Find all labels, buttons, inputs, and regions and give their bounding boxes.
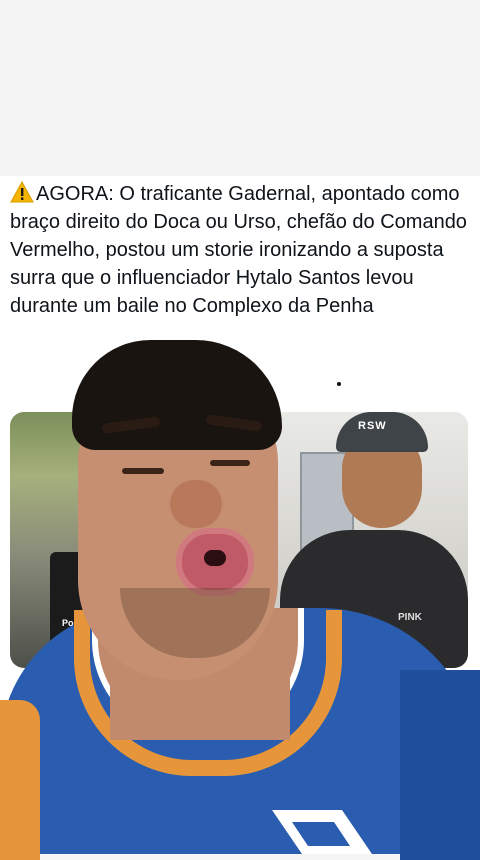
eye-right — [210, 460, 250, 466]
post-text-block: AGORA: O traficante Gadernal, apontado c… — [10, 180, 472, 342]
jersey-trim-left — [0, 700, 40, 860]
eye-left — [122, 468, 164, 474]
post-body-text: AGORA: O traficante Gadernal, apontado c… — [10, 183, 467, 317]
nose — [170, 480, 222, 528]
warning-icon — [10, 181, 34, 203]
jersey-side-right — [400, 670, 480, 860]
mouth-inner — [204, 550, 226, 566]
mouth — [176, 528, 254, 596]
foreground-person — [0, 340, 480, 860]
jersey-logo-icon — [272, 810, 372, 854]
hair — [72, 340, 282, 450]
top-blank-area — [0, 0, 480, 176]
